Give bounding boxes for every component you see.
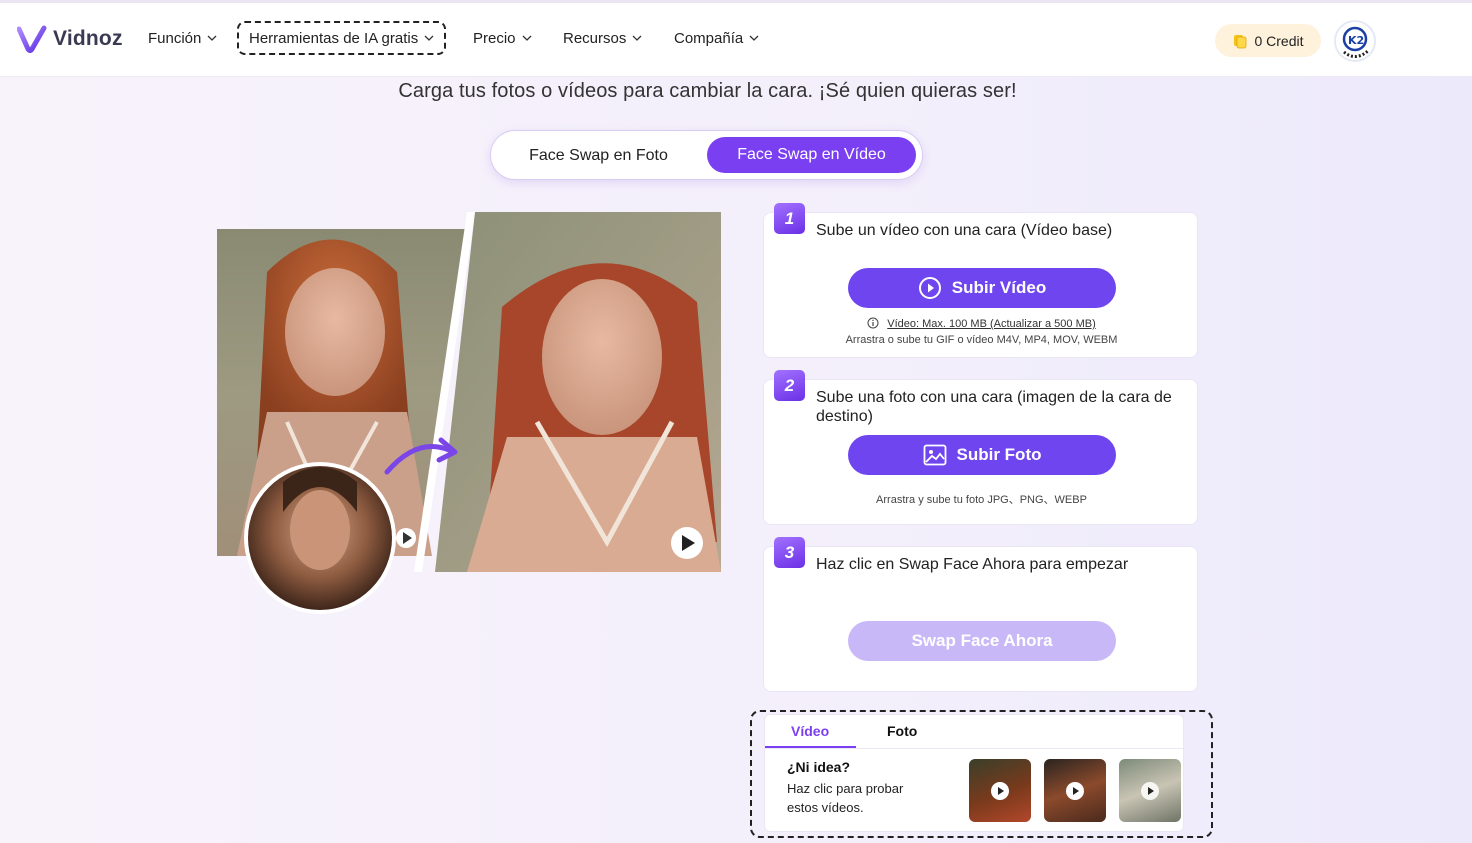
- vidnoz-logo[interactable]: Vidnoz: [17, 25, 123, 53]
- video-format-note: Arrastra o sube tu GIF o vídeo M4V, MP4,…: [845, 334, 1118, 346]
- svg-text:K2: K2: [1348, 34, 1364, 47]
- step-2-card: 2 Sube una foto con una cara (imagen de …: [763, 370, 1198, 525]
- vidnoz-logo-icon: [17, 25, 47, 53]
- upload-video-label: Subir Vídeo: [951, 278, 1047, 297]
- chevron-down-icon: [522, 35, 531, 41]
- play-icon: [1066, 782, 1084, 800]
- credit-label: 0 Credit: [1254, 32, 1304, 49]
- tab-face-swap-video[interactable]: Face Swap en Vídeo: [707, 137, 916, 173]
- coin-icon: [1234, 34, 1247, 48]
- chevron-down-icon: [749, 35, 759, 41]
- chevron-down-icon: [424, 35, 434, 41]
- upgrade-limit-link[interactable]: Vídeo: Max. 100 MB (Actualizar a 500 MB): [887, 318, 1095, 330]
- step-1-text: Sube un vídeo con una cara (Vídeo base): [816, 222, 1113, 239]
- upload-video-button[interactable]: Subir Vídeo: [848, 268, 1116, 308]
- step-1-badge: 1: [774, 203, 805, 234]
- logo-text: Vidnoz: [53, 27, 123, 50]
- nav-label: Recursos: [563, 29, 627, 47]
- info-icon: [867, 317, 879, 329]
- video-limit-row: Vídeo: Max. 100 MB (Actualizar a 500 MB): [764, 317, 1199, 330]
- tab-face-swap-photo[interactable]: Face Swap en Foto: [511, 139, 686, 173]
- samples-tab-photo[interactable]: Foto: [887, 723, 917, 739]
- play-icon: [1141, 782, 1159, 800]
- site-header: Vidnoz Función Herramientas de IA gratis…: [0, 3, 1472, 77]
- nav-herramientas[interactable]: Herramientas de IA gratis: [237, 21, 447, 55]
- step-1-card: 1 Sube un vídeo con una cara (Vídeo base…: [763, 203, 1199, 358]
- nav-label: Herramientas de IA gratis: [249, 29, 419, 47]
- swap-face-now-button[interactable]: Swap Face Ahora: [848, 621, 1116, 661]
- sample-video-2[interactable]: [1044, 759, 1106, 822]
- sample-video-1[interactable]: [969, 759, 1031, 822]
- samples-card: Vídeo Foto ¿Ni idea? Haz clic para proba…: [764, 714, 1184, 832]
- mode-switch: Face Swap en Foto Face Swap en Vídeo: [490, 130, 923, 180]
- step-3-text: Haz clic en Swap Face Ahora para empezar: [816, 556, 1129, 573]
- step-3-badge: 3: [774, 537, 805, 568]
- nav-compania[interactable]: Compañía: [674, 21, 759, 55]
- samples-title: ¿Ni idea?: [787, 759, 851, 775]
- step-2-badge: 2: [774, 370, 805, 401]
- image-icon: [923, 444, 946, 466]
- nav-label: Función: [148, 29, 202, 47]
- nav-label: Precio: [473, 29, 516, 47]
- hero-illustration: [217, 212, 721, 614]
- samples-divider: [765, 748, 1183, 749]
- nav-funcion[interactable]: Función: [148, 21, 217, 55]
- play-circle-icon: [918, 277, 941, 299]
- samples-description: Haz clic para probar estos vídeos.: [787, 781, 904, 815]
- play-icon: [991, 782, 1009, 800]
- photo-format-note: Arrastra y sube tu foto JPG、PNG、WEBP: [876, 494, 1087, 506]
- step-2-text: Sube una foto con una cara (imagen de la…: [816, 389, 1172, 425]
- upload-photo-label: Subir Foto: [956, 445, 1042, 464]
- page-subtitle: Carga tus fotos o vídeos para cambiar la…: [398, 80, 1017, 102]
- sample-video-3[interactable]: [1119, 759, 1181, 822]
- chevron-down-icon: [632, 35, 642, 41]
- user-avatar[interactable]: K2: [1334, 20, 1376, 62]
- nav-precio[interactable]: Precio: [473, 21, 532, 55]
- credit-button[interactable]: 0 Credit: [1215, 24, 1321, 57]
- step-3-card: 3 Haz clic en Swap Face Ahora para empez…: [763, 537, 1198, 692]
- nav-label: Compañía: [674, 29, 744, 47]
- before-after-image: [217, 212, 721, 614]
- chevron-down-icon: [207, 35, 217, 41]
- upload-photo-button[interactable]: Subir Foto: [848, 435, 1116, 475]
- samples-panel: Vídeo Foto ¿Ni idea? Haz clic para proba…: [750, 710, 1213, 838]
- user-avatar-logo: K2: [1342, 26, 1371, 58]
- nav-recursos[interactable]: Recursos: [563, 21, 642, 55]
- samples-tab-video[interactable]: Vídeo: [791, 723, 829, 739]
